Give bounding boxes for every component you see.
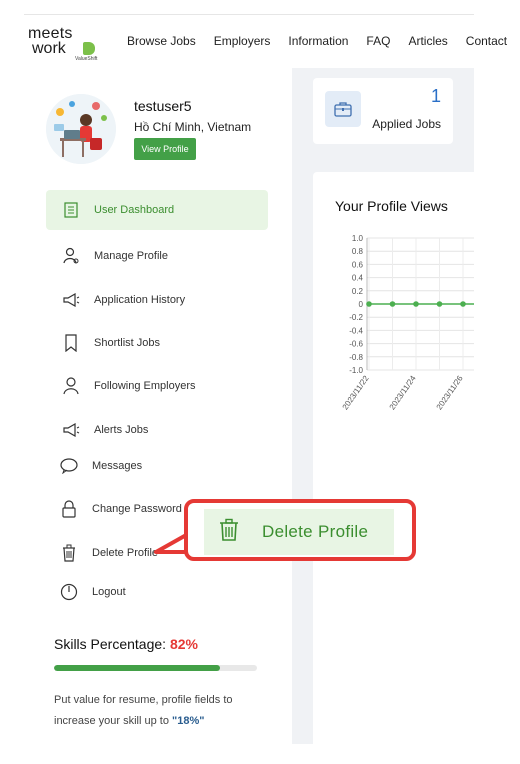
chart-y-tick-label: 0.6	[352, 260, 364, 269]
bookmark-icon	[60, 332, 82, 354]
top-navbar: meets work ValueShift Browse Jobs Employ…	[24, 14, 507, 68]
chart-y-tick-label: 0.2	[352, 287, 364, 296]
brand-mark-icon	[83, 42, 95, 55]
document-icon	[60, 199, 82, 221]
nav-contact[interactable]: Contact	[466, 34, 507, 48]
sidebar-item-logout[interactable]: Logout	[44, 572, 266, 612]
chart-point	[413, 301, 419, 307]
brand-line2: work	[32, 40, 66, 57]
dashboard-main: 1 Applied Jobs Your Profile Views 1.0 0.8…	[292, 68, 474, 744]
sidebar-item-application-history[interactable]: Application History	[46, 280, 268, 320]
nav-faq[interactable]: FAQ	[366, 34, 390, 48]
view-profile-button[interactable]: View Profile	[134, 138, 196, 160]
sidebar-item-user-dashboard[interactable]: User Dashboard	[46, 190, 268, 230]
chart-y-tick-label: -0.8	[349, 353, 363, 362]
user-sidebar: testuser5 Hồ Chí Minh, Vietnam View Prof…	[24, 68, 292, 744]
sidebar-item-label: Messages	[92, 460, 143, 472]
nav-information[interactable]: Information	[288, 34, 348, 48]
skills-progress-bar	[54, 665, 257, 671]
briefcase-icon	[325, 91, 361, 127]
chart-y-tick-label: -0.6	[349, 340, 363, 349]
skills-note: Put value for resume, profile fields to …	[54, 690, 264, 732]
skills-note-text: Put value for resume, profile fields to …	[54, 694, 233, 727]
applied-jobs-card[interactable]: 1 Applied Jobs	[313, 78, 453, 144]
chart-y-tick-label: -0.4	[349, 326, 363, 335]
chart-point	[366, 301, 372, 307]
person-icon	[60, 375, 82, 397]
chart-point	[436, 301, 443, 307]
lock-icon	[58, 498, 80, 520]
profile-views-card: Your Profile Views 1.0 0.8 0.6 0.4 0.2 0 -0.2 -…	[313, 172, 474, 744]
sidebar-item-following-employers[interactable]: Following Employers	[46, 366, 268, 406]
applied-jobs-count: 1	[430, 86, 441, 106]
chart-y-tick-label: 0.8	[352, 247, 364, 256]
sidebar-item-label: Delete Profile	[92, 547, 159, 559]
sidebar-item-label: Manage Profile	[94, 250, 168, 262]
profile-username: testuser5	[134, 98, 192, 114]
sidebar-item-label: Following Employers	[94, 380, 196, 392]
chart-y-tick-label: 0	[359, 300, 364, 309]
chart-point	[460, 301, 466, 307]
chart-point	[389, 301, 396, 307]
chat-icon	[58, 455, 80, 477]
main-nav: Browse Jobs Employers Information FAQ Ar…	[127, 34, 520, 48]
chart-y-tick-label: 1.0	[352, 234, 364, 243]
sidebar-item-messages[interactable]: Messages	[44, 446, 266, 486]
chart-y-tick-label: 0.4	[352, 274, 364, 283]
sidebar-item-label: Alerts Jobs	[94, 424, 149, 436]
skills-percent: 82%	[169, 636, 198, 652]
sidebar-item-label: User Dashboard	[94, 204, 175, 216]
sidebar-item-label: Logout	[92, 586, 126, 598]
skills-title: Skills Percentage: 82%	[54, 636, 198, 652]
brand-tagline: ValueShift	[75, 56, 98, 62]
megaphone-icon	[60, 289, 82, 311]
skills-note-value: "18%"	[172, 715, 205, 727]
sidebar-item-alerts-jobs[interactable]: Alerts Jobs	[46, 410, 268, 450]
chart-y-tick-label: -0.2	[349, 313, 363, 322]
callout-delete-profile-button[interactable]: Delete Profile	[204, 509, 394, 555]
delete-profile-callout: Delete Profile	[184, 499, 416, 561]
sidebar-item-shortlist-jobs[interactable]: Shortlist Jobs	[46, 323, 268, 363]
chart-y-tick-label: -1.0	[349, 366, 363, 375]
user-gear-icon	[60, 245, 82, 267]
sidebar-item-manage-profile[interactable]: Manage Profile	[46, 236, 268, 276]
trash-icon	[218, 518, 240, 547]
profile-views-chart: 1.00.80.60.40.20-0.2-0.4-0.6-0.8-1.02023…	[341, 234, 474, 412]
chart-x-tick-label: 2023/11/26	[435, 374, 465, 412]
nav-articles[interactable]: Articles	[408, 34, 447, 48]
trash-icon	[58, 542, 80, 564]
skills-progress-fill	[54, 665, 221, 671]
sidebar-item-label: Shortlist Jobs	[94, 337, 161, 349]
profile-views-title: Your Profile Views	[335, 198, 448, 214]
sidebar-item-label: Application History	[94, 294, 186, 306]
nav-employers[interactable]: Employers	[214, 34, 271, 48]
applied-jobs-label: Applied Jobs	[372, 117, 441, 131]
nav-browse-jobs[interactable]: Browse Jobs	[127, 34, 196, 48]
megaphone-icon	[60, 419, 82, 441]
power-icon	[58, 581, 80, 603]
callout-label: Delete Profile	[262, 522, 369, 541]
avatar	[46, 94, 116, 164]
chart-x-tick-label: 2023/11/24	[388, 374, 418, 412]
sidebar-item-label: Change Password	[92, 503, 182, 515]
skills-title-label: Skills Percentage:	[54, 636, 167, 652]
chart-x-tick-label: 2023/11/22	[341, 374, 371, 412]
brand-logo[interactable]: meets work ValueShift	[28, 25, 108, 62]
profile-location: Hồ Chí Minh, Vietnam	[134, 120, 252, 134]
